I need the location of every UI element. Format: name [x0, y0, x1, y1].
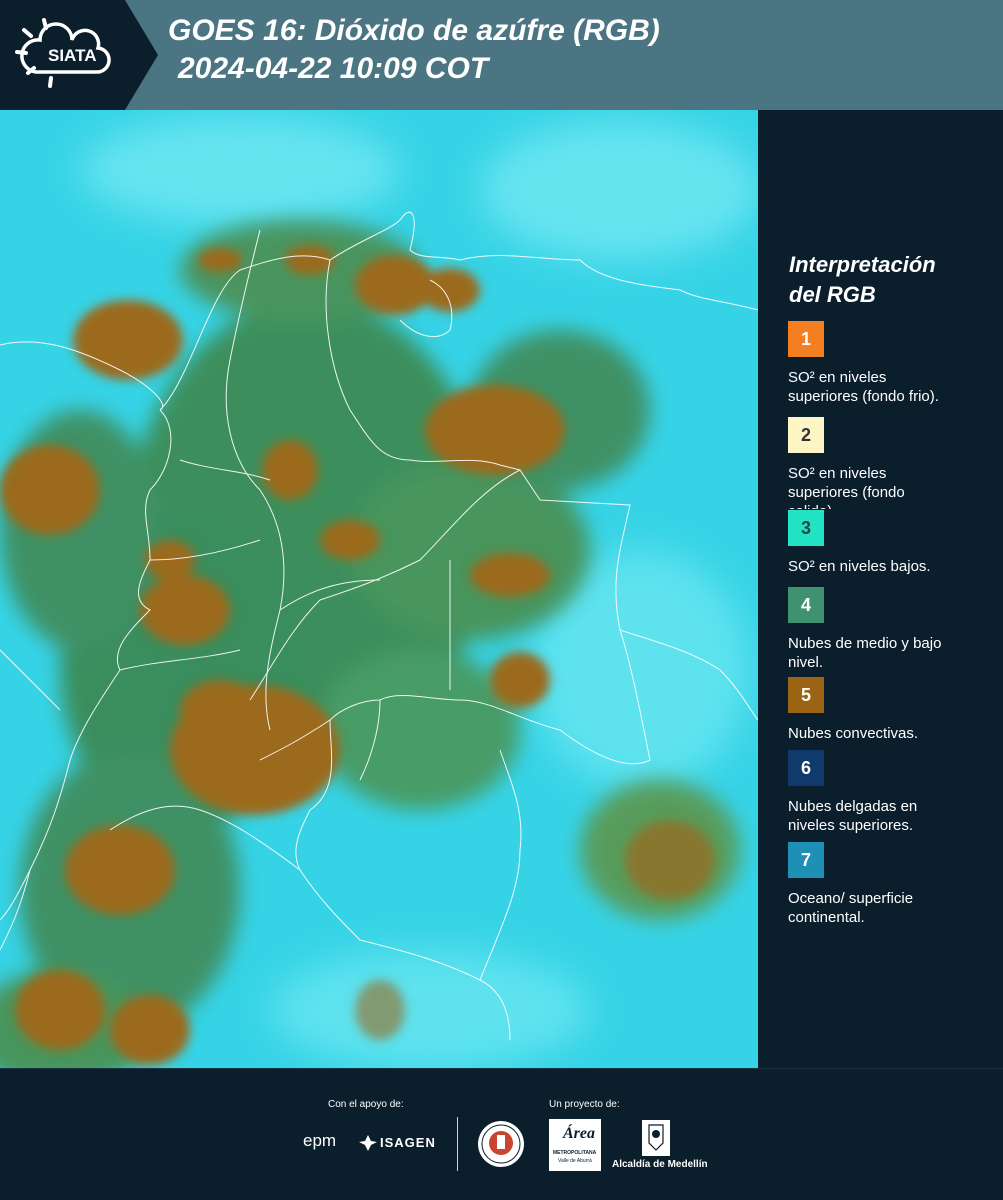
- page-title: GOES 16: Dióxido de azúfre (RGB): [168, 14, 660, 47]
- legend-item-2: 2 SO² en niveles superiores (fondo calid…: [788, 417, 993, 509]
- support-label: Con el apoyo de:: [328, 1099, 404, 1110]
- legend-desc-line: SO² en niveles: [788, 369, 887, 386]
- legend-desc-line: Nubes delgadas en: [788, 798, 918, 815]
- area-word: Área: [563, 1125, 595, 1142]
- satellite-image: [0, 110, 758, 1068]
- medellin-seal-icon: [478, 1121, 524, 1167]
- legend-desc: SO² en niveles superiores (fondo calido)…: [788, 464, 993, 509]
- legend-desc-line: Nubes de medio y bajo: [788, 635, 942, 652]
- legend-title-line1: Interpretación: [789, 252, 936, 277]
- satellite-map[interactable]: [0, 110, 758, 1068]
- legend-desc-line: superiores (fondo frio).: [788, 388, 939, 405]
- legend-item-1: 1 SO² en niveles superiores (fondo frio)…: [788, 321, 993, 406]
- logo-text: SIATA: [48, 46, 97, 65]
- legend-item-6: 6 Nubes delgadas en niveles superiores.: [788, 750, 993, 835]
- legend-desc: Nubes de medio y bajo nivel.: [788, 634, 993, 672]
- legend-swatch: 4: [788, 587, 824, 623]
- legend-swatch: 3: [788, 510, 824, 546]
- alcaldia-logo: Alcaldía de Medellín: [612, 1159, 708, 1170]
- legend-swatch: 5: [788, 677, 824, 713]
- legend-desc-line: continental.: [788, 909, 865, 926]
- legend-swatch: 2: [788, 417, 824, 453]
- legend-item-7: 7 Oceano/ superficie continental.: [788, 842, 993, 927]
- legend-desc: Oceano/ superficie continental.: [788, 889, 993, 927]
- legend-swatch: 7: [788, 842, 824, 878]
- legend-desc: Nubes delgadas en niveles superiores.: [788, 797, 993, 835]
- epm-logo: epm: [303, 1131, 337, 1150]
- isagen-icon: [359, 1135, 377, 1151]
- alcaldia-shield-icon: [642, 1120, 670, 1156]
- legend-swatch: 1: [788, 321, 824, 357]
- footer-divider: [457, 1117, 458, 1171]
- legend-title-line2: del RGB: [789, 282, 876, 307]
- project-label: Un proyecto de:: [549, 1099, 620, 1110]
- legend-panel: Interpretación del RGB 1 SO² en niveles …: [758, 110, 1003, 1068]
- timestamp: 2024-04-22 10:09 COT: [178, 52, 489, 85]
- area-sub2: Valle de Aburrá: [558, 1158, 592, 1164]
- legend-item-3: 3 SO² en niveles bajos.: [788, 510, 993, 576]
- legend-desc-line: niveles superiores.: [788, 817, 914, 834]
- legend-desc-line: nivel.: [788, 654, 824, 671]
- legend-desc-line: SO² en niveles: [788, 465, 887, 482]
- siata-logo: SIATA: [0, 0, 158, 110]
- legend-desc-line: SO² en niveles bajos.: [788, 558, 931, 575]
- legend-desc-line: calido).: [788, 502, 993, 509]
- legend-desc: SO² en niveles bajos.: [788, 557, 993, 576]
- header-bar: SIATA GOES 16: Dióxido de azúfre (RGB) 2…: [0, 0, 1003, 110]
- legend-desc-line: superiores (fondo: [788, 484, 905, 501]
- legend-desc: SO² en niveles superiores (fondo frio).: [788, 368, 993, 406]
- area-sub1: METROPOLITANA: [553, 1150, 597, 1156]
- legend-desc-line: Nubes convectivas.: [788, 725, 919, 742]
- legend-desc-line: Oceano/ superficie: [788, 890, 914, 907]
- legend-desc: Nubes convectivas.: [788, 724, 993, 743]
- legend-item-4: 4 Nubes de medio y bajo nivel.: [788, 587, 993, 672]
- footer: Con el apoyo de: Un proyecto de: epm ISA…: [0, 1068, 1003, 1200]
- legend-title: Interpretación del RGB: [789, 250, 989, 310]
- legend-item-5: 5 Nubes convectivas.: [788, 677, 993, 743]
- legend-swatch: 6: [788, 750, 824, 786]
- isagen-logo: ISAGEN: [380, 1135, 436, 1150]
